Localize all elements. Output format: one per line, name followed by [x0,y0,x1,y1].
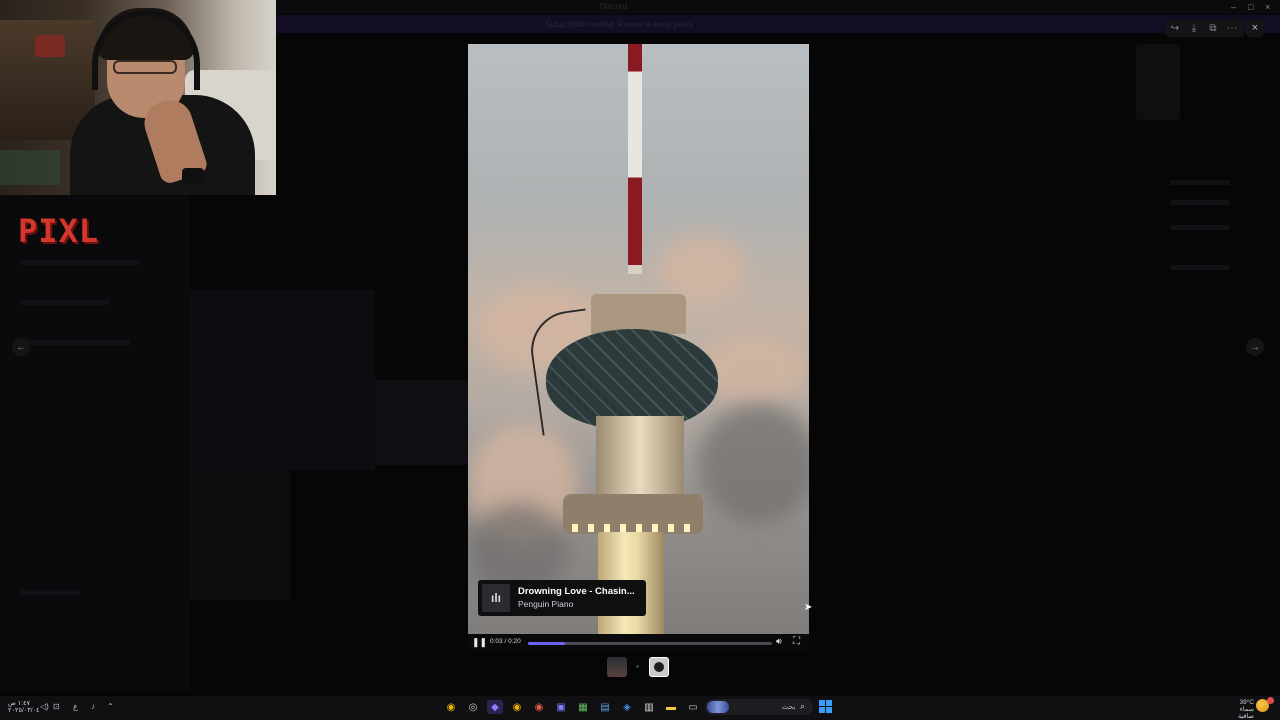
more-icon[interactable]: ⋯ [1223,19,1241,37]
chrome-icon[interactable]: ◉ [531,700,547,714]
windows-start-icon[interactable] [819,700,832,713]
next-arrow-icon[interactable]: → [1246,338,1264,356]
steam-icon[interactable]: ◎ [465,700,481,714]
media-video[interactable] [468,44,809,651]
open-external-icon[interactable]: ⧉ [1204,19,1222,37]
screen: Discord – □ × Subscription ended. Renew … [0,0,1280,720]
pixl-logo: PIXL [18,212,100,250]
audio-wave-icon: ılı [482,584,510,612]
clock-date: ٢٠٢٥/٠٣/٠٤ [8,707,40,714]
close-viewer-button[interactable]: × [1246,19,1264,37]
forward-icon[interactable]: ↪ [1166,19,1184,37]
app-member-line [1170,200,1230,205]
window-close-icon[interactable]: × [1265,2,1270,12]
media-thumbnail-selected[interactable] [649,657,669,677]
app-notice-banner [276,15,1280,33]
video-time: 0:03 / 0:20 [490,638,521,645]
thumbnail-dot [636,665,639,668]
weather-temp: 39°C [1239,699,1254,706]
tower-top [591,294,686,334]
app-sidebar-line [20,340,130,345]
app-notice-text: Subscription ended. Renew to keep perks [545,20,694,29]
media-thumbnail[interactable] [607,657,627,677]
viewer-toolbar: ↪ ⤓ ⧉ ⋯ [1166,19,1244,37]
folder-icon[interactable]: ▬ [663,700,679,714]
tower-neck [596,416,684,496]
music-info: Drowning Love - Chasin... Penguin Piano [518,586,635,610]
app-profile-card [1136,44,1180,120]
minimize-icon[interactable]: – [1231,2,1236,12]
app-content-card [190,290,375,470]
tower-mast [628,44,642,274]
app-member-line [1170,180,1230,185]
video-progress-bar[interactable] [528,642,772,645]
app-sidebar-line [20,300,110,305]
calendar-icon[interactable]: ▥ [641,700,657,714]
tower-lights [572,524,694,532]
microphone-icon[interactable]: ♪ [91,702,95,711]
cam-object [35,35,65,57]
app-content-card [190,470,290,600]
window-icon[interactable]: ▭ [685,700,701,714]
download-icon[interactable]: ⤓ [1185,19,1203,37]
cam-object [0,150,60,185]
taskbar-clock[interactable]: ١:٤٧ ص ٢٠٢٥/٠٣/٠٤ [8,700,40,714]
store-icon[interactable]: ◈ [619,700,635,714]
music-artist: Penguin Piano [518,599,574,609]
search-placeholder: بحث [782,704,796,711]
tower-pod [546,329,718,429]
app-sidebar-line [20,260,140,265]
pause-icon[interactable]: ❚❚ [472,637,487,648]
game-controller-icon[interactable]: ▣ [553,700,569,714]
chevron-up-icon[interactable]: ⌃ [107,702,114,711]
app-member-line [1170,225,1230,230]
speaker-icon[interactable]: ◁) [40,702,49,711]
maximize-icon[interactable]: □ [1248,2,1253,12]
previous-arrow-icon[interactable]: ← [12,338,30,356]
network-icon[interactable]: ⊡ [53,702,60,711]
weather-widget[interactable]: 39°C سماء صافية [1222,699,1254,720]
clock-time: ١:٤٧ ص [8,700,30,707]
webcam-feed [0,0,276,195]
terminal-icon[interactable]: ▦ [575,700,591,714]
music-card[interactable]: ılı Drowning Love - Chasin... Penguin Pi… [478,580,646,616]
discord-icon[interactable]: ◆ [487,700,503,714]
cloud [698,404,809,524]
cam-watch [182,168,204,184]
app-sidebar [0,195,190,690]
vpn-icon[interactable]: ▤ [597,700,613,714]
app-member-line [1170,265,1230,270]
app-content-card [375,380,470,465]
volume-icon[interactable]: 🔊︎ [776,636,782,647]
app-sidebar-line [20,590,80,595]
cam-glasses [113,60,177,74]
taskbar [0,696,1280,720]
language-indicator[interactable]: ع [73,702,78,711]
fullscreen-icon[interactable]: ⛶ [793,636,800,647]
chrome-icon[interactable]: ◉ [509,700,525,714]
app-title: Discord [600,2,628,11]
video-progress-fill [528,642,565,645]
search-highlight-icon [707,701,729,713]
weather-desc: سماء صافية [1237,706,1254,720]
music-title: Drowning Love - Chasin... [518,586,635,597]
notification-badge [1267,697,1274,704]
search-icon: ⌕ [800,701,806,711]
chrome-icon[interactable]: ◉ [443,700,459,714]
mouse-cursor-icon: ➤ [804,602,813,613]
